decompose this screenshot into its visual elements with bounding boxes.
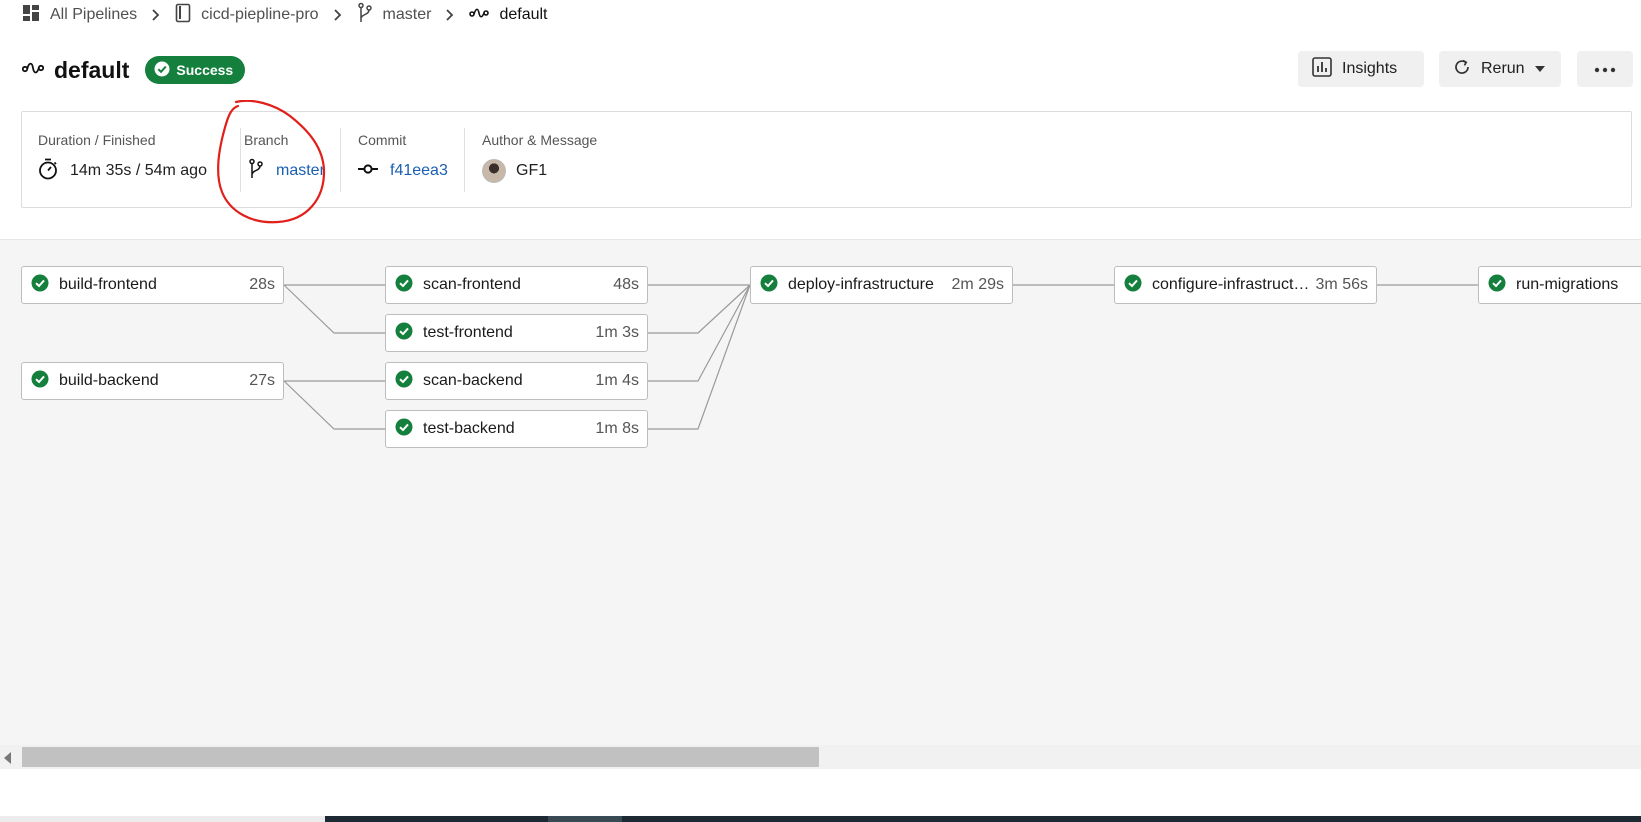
breadcrumb-label: All Pipelines <box>50 6 138 23</box>
commit-value-row[interactable]: f41eea3 <box>358 158 448 184</box>
breadcrumb-branch[interactable]: master <box>357 2 432 29</box>
check-circle-icon <box>31 370 49 393</box>
horizontal-scrollbar[interactable] <box>0 745 1641 769</box>
job-name: deploy-infrastructure <box>788 276 934 293</box>
job-test-frontend[interactable]: test-frontend 1m 3s <box>385 314 648 352</box>
check-circle-icon <box>395 274 413 297</box>
job-name: configure-infrastructure <box>1152 276 1310 293</box>
taskbar-active-segment <box>548 816 622 822</box>
breadcrumb-label: master <box>382 6 432 23</box>
pipeline-graph: build-frontend 28s build-backend 27s sca… <box>0 239 1641 769</box>
breadcrumb-label: cicd-piepline-pro <box>201 6 319 23</box>
check-circle-icon <box>31 274 49 297</box>
job-deploy-infrastructure[interactable]: deploy-infrastructure 2m 29s <box>750 266 1013 304</box>
status-badge: Success <box>145 56 246 84</box>
author-label: Author & Message <box>482 132 598 148</box>
job-duration: 27s <box>249 372 275 389</box>
breadcrumb-label: default <box>499 6 548 23</box>
bar-chart-icon <box>1312 56 1332 82</box>
job-build-frontend[interactable]: build-frontend 28s <box>21 266 284 304</box>
taskbar-edge <box>0 816 1641 822</box>
refresh-icon <box>1453 58 1471 81</box>
job-scan-frontend[interactable]: scan-frontend 48s <box>385 266 648 304</box>
job-test-backend[interactable]: test-backend 1m 8s <box>385 410 648 448</box>
job-duration: 48s <box>613 276 639 293</box>
job-name: run-migrations <box>1516 276 1619 293</box>
check-circle-icon <box>395 322 413 345</box>
check-circle-icon <box>1488 274 1506 297</box>
page-header: default Success <box>21 52 246 88</box>
insights-label: Insights <box>1342 60 1398 77</box>
job-configure-infrastructure[interactable]: configure-infrastructure 3m 56s <box>1114 266 1377 304</box>
job-name: scan-backend <box>423 372 523 389</box>
job-name: build-frontend <box>59 276 157 293</box>
git-branch-icon <box>357 2 373 29</box>
chevron-right-icon <box>445 9 455 21</box>
graph-connectors <box>283 284 1478 430</box>
more-horizontal-icon <box>1594 60 1616 78</box>
job-duration: 1m 4s <box>595 372 639 389</box>
commit-label: Commit <box>358 132 407 148</box>
duration-value-row: 14m 35s / 54m ago <box>38 158 207 184</box>
check-circle-icon <box>395 370 413 393</box>
chevron-right-icon <box>151 9 161 21</box>
job-name: scan-frontend <box>423 276 521 293</box>
duration-value: 14m 35s / 54m ago <box>70 162 207 179</box>
check-circle-icon <box>395 418 413 441</box>
breadcrumb: All Pipelines cicd-piepline-pro master d… <box>22 2 548 29</box>
job-duration: 28s <box>249 276 275 293</box>
author-section: Author & Message GF1 <box>482 112 682 207</box>
check-circle-icon <box>154 61 170 80</box>
commit-link[interactable]: f41eea3 <box>390 162 448 180</box>
job-duration: 2m 29s <box>951 276 1004 293</box>
breadcrumb-project[interactable]: cicd-piepline-pro <box>175 3 319 28</box>
grid-icon <box>22 4 40 27</box>
rerun-label: Rerun <box>1481 60 1525 77</box>
avatar <box>482 159 506 183</box>
divider <box>340 128 341 192</box>
caret-down-icon <box>1534 60 1545 78</box>
job-run-migrations[interactable]: run-migrations <box>1478 266 1641 304</box>
breadcrumb-all-pipelines[interactable]: All Pipelines <box>22 4 137 27</box>
rerun-button[interactable]: Rerun <box>1439 51 1561 87</box>
job-name: build-backend <box>59 372 159 389</box>
job-duration: 1m 3s <box>595 324 639 341</box>
divider <box>464 128 465 192</box>
annotation-circle <box>217 100 326 224</box>
page-title: default <box>54 56 130 83</box>
more-options-button[interactable] <box>1577 51 1633 87</box>
duration-section: Duration / Finished 14m 35s / 54m ago <box>38 112 238 207</box>
job-duration: 1m 8s <box>595 420 639 437</box>
job-name: test-backend <box>423 420 515 437</box>
scrollbar-thumb[interactable] <box>22 747 819 767</box>
stopwatch-icon <box>38 158 58 185</box>
scroll-left-arrow-icon[interactable] <box>4 751 12 769</box>
commit-section: Commit f41eea3 <box>358 112 468 207</box>
job-duration: 3m 56s <box>1315 276 1368 293</box>
check-circle-icon <box>1124 274 1142 297</box>
check-circle-icon <box>760 274 778 297</box>
repo-icon <box>175 3 191 28</box>
pipeline-icon <box>469 6 490 25</box>
chevron-right-icon <box>333 9 343 21</box>
author-name: GF1 <box>516 162 548 179</box>
job-build-backend[interactable]: build-backend 27s <box>21 362 284 400</box>
pipeline-icon <box>21 60 45 81</box>
insights-button[interactable]: Insights <box>1298 51 1424 87</box>
status-label: Success <box>176 62 234 78</box>
git-commit-icon <box>358 162 378 180</box>
duration-label: Duration / Finished <box>38 132 156 148</box>
author-value-row: GF1 <box>482 158 547 184</box>
taskbar-dark-segment <box>325 816 1641 822</box>
breadcrumb-pipeline: default <box>469 6 548 25</box>
job-name: test-frontend <box>423 324 513 341</box>
job-scan-backend[interactable]: scan-backend 1m 4s <box>385 362 648 400</box>
